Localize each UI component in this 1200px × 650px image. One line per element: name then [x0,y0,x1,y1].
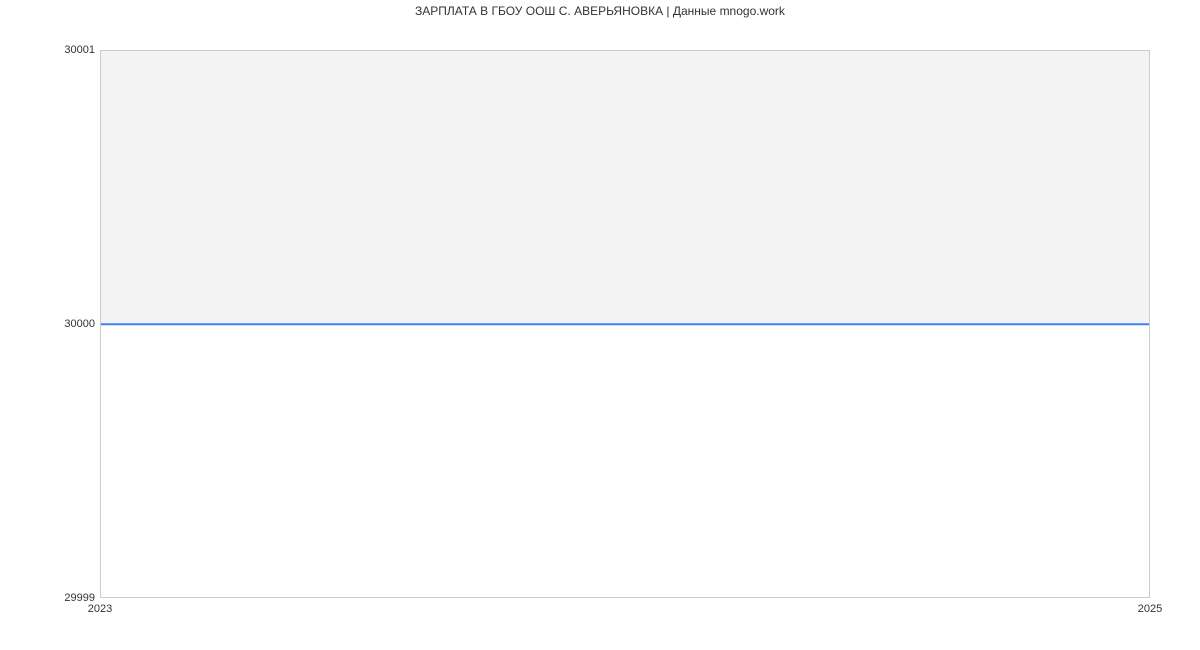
y-tick-label-mid: 30000 [64,318,95,330]
data-line [101,323,1149,325]
chart-container: ЗАРПЛАТА В ГБОУ ООШ С. АВЕРЬЯНОВКА | Дан… [0,0,1200,650]
x-tick-label-left: 2023 [88,603,112,615]
y-tick-label-top: 30001 [64,44,95,56]
plot-area [100,50,1150,598]
chart-title: ЗАРПЛАТА В ГБОУ ООШ С. АВЕРЬЯНОВКА | Дан… [0,4,1200,18]
x-tick-label-right: 2025 [1138,603,1162,615]
plot-band-upper [101,51,1149,324]
